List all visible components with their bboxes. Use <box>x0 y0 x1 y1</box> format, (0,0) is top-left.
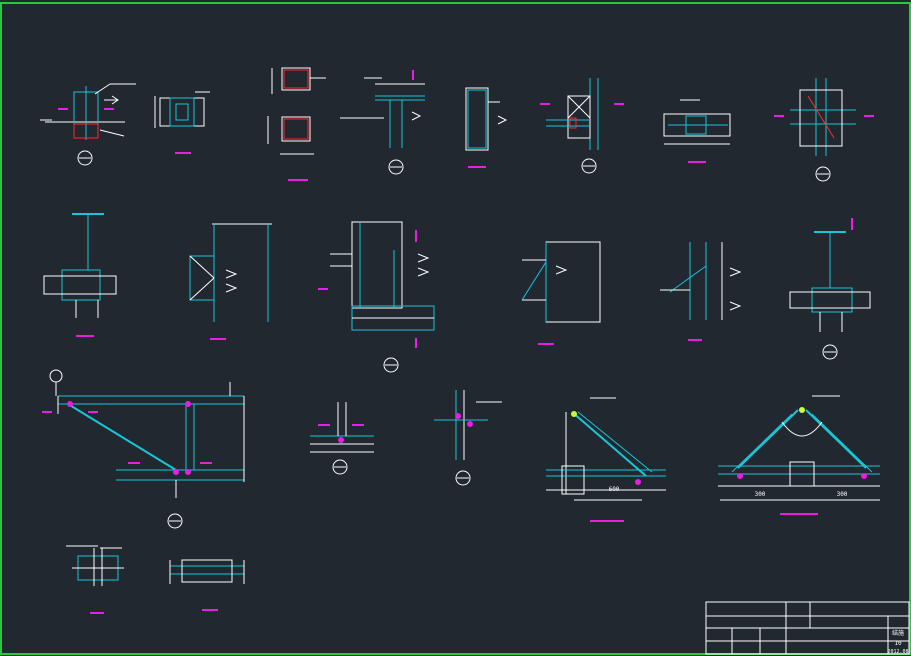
title-block-date: 2012.08 <box>887 649 908 655</box>
detail-10[interactable] <box>189 223 272 322</box>
weld-node-6 <box>455 413 461 419</box>
title-block-sheet-no: 10 <box>894 640 902 647</box>
detail-16[interactable] <box>310 402 374 453</box>
detail-9[interactable] <box>43 213 117 318</box>
detail-12[interactable] <box>521 241 601 323</box>
weld-node-3 <box>173 469 179 475</box>
title-block-sheet-code: 结施 <box>892 629 904 637</box>
truss-joint-b[interactable] <box>718 395 880 501</box>
detail-6[interactable] <box>546 78 599 150</box>
detail-3[interactable] <box>267 67 326 155</box>
weld-node-7 <box>467 421 473 427</box>
weld-node-1 <box>67 401 73 407</box>
weld-node-2 <box>185 401 191 407</box>
drawing-canvas[interactable]: 600 300 300 结施 10 2012.08 <box>0 0 911 656</box>
weld-node-5 <box>338 437 344 443</box>
detail-21[interactable] <box>169 559 245 584</box>
weld-node-10 <box>799 407 805 413</box>
truss-a-dim: 600 <box>609 486 620 493</box>
truss-b-dim-right: 300 <box>837 491 848 498</box>
detail-2[interactable] <box>154 91 210 128</box>
detail-13[interactable] <box>660 242 742 320</box>
weld-node-4 <box>185 469 191 475</box>
detail-5[interactable] <box>465 87 508 151</box>
weld-node-12 <box>861 473 867 479</box>
weld-node-9 <box>635 479 641 485</box>
detail-7[interactable] <box>663 99 731 145</box>
title-block <box>705 601 910 655</box>
detail-8[interactable] <box>790 78 856 156</box>
detail-20[interactable] <box>66 545 124 586</box>
detail-15-bracket[interactable] <box>49 369 245 498</box>
weld-node-8 <box>571 411 577 417</box>
truss-b-dim-left: 300 <box>755 491 766 498</box>
detail-4[interactable] <box>340 77 425 148</box>
weld-node-11 <box>737 473 743 479</box>
detail-1[interactable] <box>40 83 136 140</box>
truss-joint-a[interactable] <box>546 397 666 501</box>
detail-14[interactable] <box>789 231 871 332</box>
detail-11[interactable] <box>330 221 435 331</box>
drawing-frame <box>0 2 911 655</box>
